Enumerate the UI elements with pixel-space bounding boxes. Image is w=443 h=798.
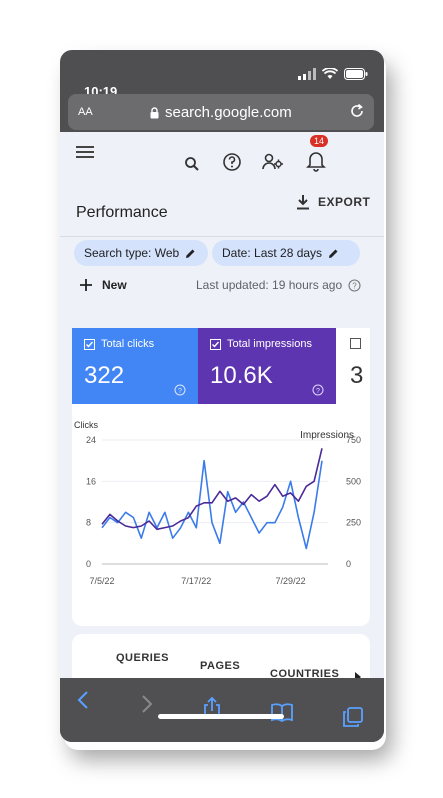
divider [60, 236, 384, 237]
y-right-tick-label: 500 [346, 476, 361, 486]
svg-text:?: ? [316, 388, 320, 395]
metric-value: 3 [350, 362, 364, 389]
checkbox-unchecked-icon[interactable] [350, 338, 361, 349]
filter-chip-label: Search type: Web [84, 246, 180, 260]
lock-icon [150, 106, 159, 118]
checkbox-checked-icon[interactable] [84, 338, 95, 350]
home-indicator [158, 714, 284, 719]
top-nav: 14 [60, 132, 384, 172]
filter-chip-label: Date: Last 28 days [222, 246, 323, 260]
tabs-icon[interactable] [342, 706, 364, 728]
performance-chart: ClicksImpressions24 75016 5008 2500 07/5/22 7… [74, 420, 361, 586]
y-left-axis-label: Clicks [74, 420, 98, 430]
url-text: search.google.com [165, 104, 292, 121]
web-content: 14 Performance EXPORT Search type: Web D… [60, 132, 384, 684]
series-line-clicks [101, 459, 323, 550]
y-left-tick-label: 0 [86, 559, 91, 569]
wifi-icon [322, 68, 338, 79]
hamburger-menu-icon[interactable] [76, 146, 94, 160]
last-updated: Last updated: 19 hours ago ? [196, 278, 361, 292]
metric-label-row [350, 338, 361, 349]
tab-queries[interactable]: QUERIES [116, 652, 169, 664]
performance-chart-card: Clicks Impressions 24 750 16 500 8 250 0 0 7/5/22 7… [72, 404, 370, 626]
tab-pages[interactable]: PAGES [200, 660, 240, 672]
y-left-tick-label: 8 [86, 518, 91, 528]
export-label: EXPORT [318, 195, 371, 209]
notification-badge: 14 [310, 135, 329, 147]
help-icon[interactable]: ? [174, 384, 186, 396]
metric-card-clicks[interactable]: Total clicks 322 ? [72, 328, 198, 404]
new-filter-button[interactable]: New [80, 278, 127, 292]
filter-chip-search-type[interactable]: Search type: Web [74, 240, 208, 266]
status-icons [298, 68, 368, 80]
last-updated-text: Last updated: 19 hours ago [196, 278, 343, 292]
metric-value: 322 [84, 362, 125, 389]
y-left-tick-label: 24 [86, 435, 96, 445]
status-bar: 10:19 [60, 50, 384, 99]
phone-frame: 10:19 AA search.google.com 14 Performanc… [60, 50, 384, 742]
metric-label: Total impressions [227, 338, 312, 350]
svg-text:?: ? [178, 388, 182, 395]
plus-icon [80, 279, 92, 291]
address-bar[interactable]: AA search.google.com [68, 94, 374, 130]
page-title: Performance [76, 204, 168, 221]
x-tick-label: 7/29/22 [276, 576, 306, 586]
reload-icon[interactable] [348, 102, 366, 120]
bookmarks-icon[interactable] [270, 702, 294, 722]
y-right-tick-label: 0 [346, 559, 351, 569]
url-display[interactable]: search.google.com [150, 104, 292, 121]
y-right-tick-label: 250 [346, 518, 361, 528]
metric-label: Total clicks [101, 338, 155, 350]
forward-icon[interactable] [140, 694, 154, 714]
back-icon[interactable] [76, 690, 90, 710]
battery-icon [344, 68, 368, 80]
text-size-button[interactable]: AA [78, 106, 93, 118]
metric-value: 10.6K [210, 362, 273, 389]
metric-card-ctr[interactable]: 3 [336, 328, 370, 404]
manage-users-icon[interactable] [262, 152, 284, 172]
x-tick-label: 7/17/22 [181, 576, 211, 586]
checkbox-checked-icon[interactable] [210, 338, 221, 350]
edit-pencil-icon [329, 249, 338, 258]
metric-label-row: Total impressions [210, 338, 312, 350]
x-tick-label: 7/5/22 [89, 576, 114, 586]
notifications-icon[interactable] [306, 150, 326, 172]
filter-chip-date[interactable]: Date: Last 28 days [212, 240, 360, 266]
metric-label-row: Total clicks [84, 338, 154, 350]
edit-pencil-icon [186, 249, 195, 258]
metric-card-impressions[interactable]: Total impressions 10.6K ? [198, 328, 336, 404]
help-icon[interactable]: ? [312, 384, 324, 396]
browser-toolbar [60, 678, 384, 742]
download-icon [297, 195, 309, 210]
y-right-tick-label: 750 [346, 435, 361, 445]
export-button[interactable]: EXPORT [296, 194, 370, 210]
dimension-tabs-card: QUERIES PAGES COUNTRIES [72, 634, 370, 684]
search-icon[interactable] [184, 156, 200, 172]
help-icon[interactable]: ? [348, 278, 361, 292]
svg-text:?: ? [352, 281, 357, 290]
help-icon[interactable] [222, 152, 242, 172]
signal-icon [298, 68, 316, 80]
new-label: New [102, 278, 127, 292]
y-left-tick-label: 16 [86, 476, 96, 486]
